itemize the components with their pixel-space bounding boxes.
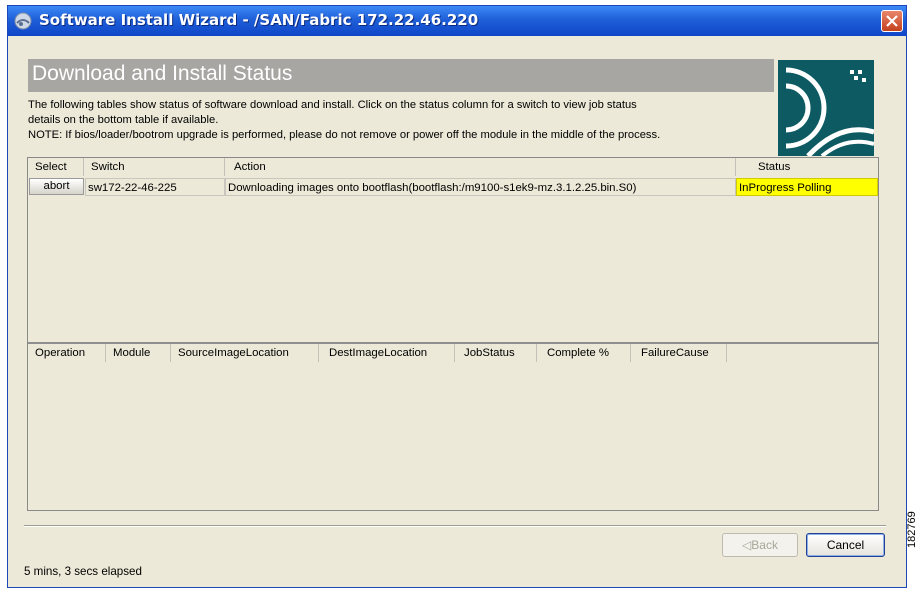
footer-divider [24,525,886,527]
figure-id: 182769 [906,511,918,548]
app-icon [14,12,32,30]
section-title: Download and Install Status [32,62,293,85]
column-header-status[interactable]: Status [736,158,878,176]
column-header-dest-image-location[interactable]: DestImageLocation [319,344,455,362]
column-header-operation[interactable]: Operation [28,344,106,362]
close-icon [886,15,898,27]
column-header-job-status[interactable]: JobStatus [455,344,537,362]
job-status-table: Operation Module SourceImageLocation Des… [28,344,878,510]
cisco-logo [778,60,874,156]
action-cell[interactable]: Downloading images onto bootflash(bootfl… [225,178,736,196]
column-header-source-image-location[interactable]: SourceImageLocation [171,344,319,362]
description-line: details on the bottom table if available… [28,114,219,126]
status-panel: Select Switch Action Status abort sw172-… [27,157,879,511]
elapsed-time: 5 mins, 3 secs elapsed [24,565,142,578]
description-line: The following tables show status of soft… [28,99,637,111]
switch-cell[interactable]: sw172-22-46-225 [85,178,225,196]
title-bar: Software Install Wizard - /SAN/Fabric 17… [8,6,906,36]
back-button[interactable]: ◁Back [722,533,798,557]
abort-button[interactable]: abort [29,178,84,195]
column-header-select[interactable]: Select [28,158,84,176]
install-note: NOTE: If bios/loader/bootrom upgrade is … [28,129,661,141]
table-row: abort sw172-22-46-225 Downloading images… [28,177,878,197]
column-header-failure-cause[interactable]: FailureCause [631,344,727,362]
status-cell[interactable]: InProgress Polling [736,178,878,196]
column-header-action[interactable]: Action [225,158,736,176]
cancel-button[interactable]: Cancel [806,533,885,557]
column-header-module[interactable]: Module [106,344,171,362]
column-header-switch[interactable]: Switch [84,158,225,176]
close-button[interactable] [881,10,903,32]
description: The following tables show status of soft… [28,98,778,143]
status-table: Select Switch Action Status abort sw172-… [28,158,878,344]
section-banner: Download and Install Status [28,59,774,92]
window-title: Software Install Wizard - /SAN/Fabric 17… [39,11,479,29]
column-header-complete[interactable]: Complete % [537,344,631,362]
